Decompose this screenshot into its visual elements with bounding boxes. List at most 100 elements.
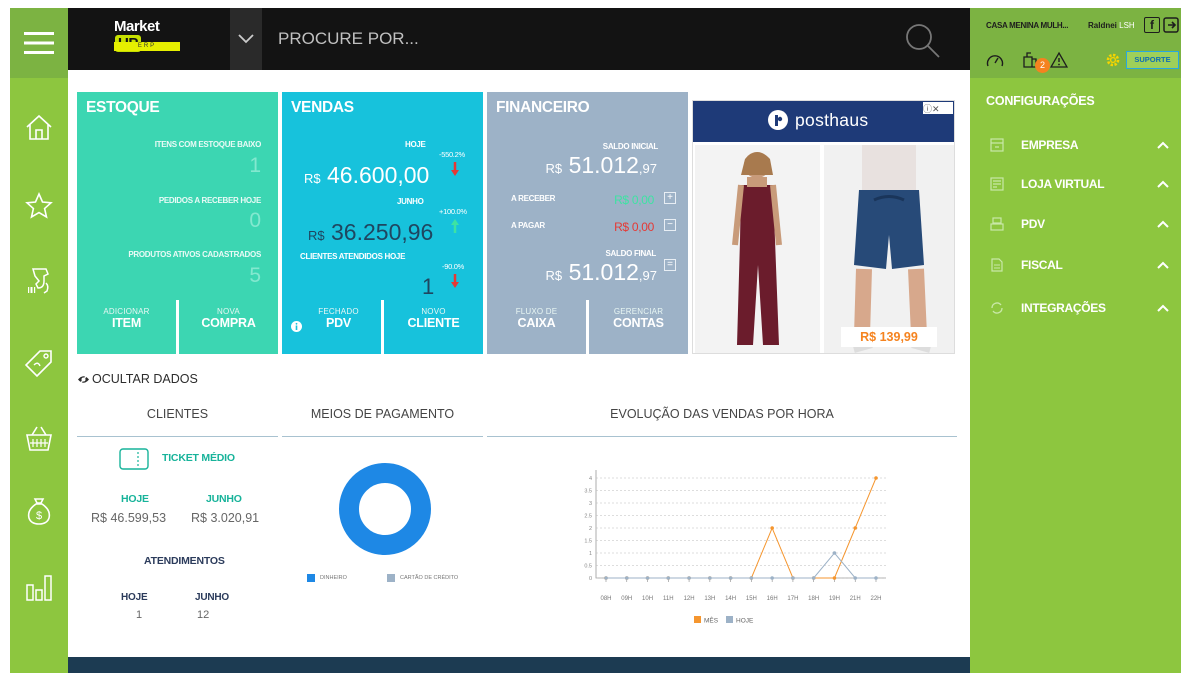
orders-label: PEDIDOS A RECEBER HOJE: [158, 196, 261, 205]
new-purchase-small-label: NOVA: [217, 307, 240, 316]
x-tick-label: 22H: [870, 596, 881, 602]
alert-icon[interactable]: [1049, 51, 1069, 69]
advertisement[interactable]: posthaus ⓘ✕ R$ 139,99: [692, 100, 955, 354]
financeiro-tile: FINANCEIRO SALDO INICIAL R$ 51.012,97 A …: [487, 92, 688, 300]
add-item-label: ITEM: [111, 316, 142, 330]
add-payable-button[interactable]: −: [664, 219, 676, 231]
legend-dinheiro: DINHEIRO: [307, 574, 347, 582]
legend-label: MÊS: [704, 616, 719, 625]
x-tick-label: 10H: [642, 596, 653, 602]
chevron-up-icon: [1157, 220, 1169, 228]
receivable-label: A RECEBER: [511, 194, 556, 203]
add-receivable-button[interactable]: +: [664, 192, 676, 204]
series-point-1: [749, 576, 754, 580]
eye-slash-icon: [78, 373, 89, 385]
series-point-1: [832, 551, 837, 555]
y-tick-label: 3.5: [584, 489, 592, 495]
y-tick-label: 3: [589, 501, 592, 507]
y-tick-label: 0: [589, 576, 592, 582]
ad-product-image-dress: [695, 145, 820, 353]
logo[interactable]: MarketUP ERP: [114, 18, 186, 60]
top-bar: MarketUP ERP: [68, 8, 970, 70]
manage-accounts-small-label: GERENCIAR: [613, 307, 664, 316]
logout-icon[interactable]: [1163, 17, 1179, 33]
x-tick-label: 13H: [704, 596, 715, 602]
add-item-button[interactable]: ADICIONAR ITEM: [77, 300, 176, 354]
series-point-1: [874, 576, 878, 580]
series-point-1: [791, 576, 795, 580]
sidebar-item-finance[interactable]: $: [24, 496, 54, 526]
x-tick-label: 14H: [725, 596, 736, 602]
ad-price: R$ 139,99: [841, 327, 937, 347]
chevron-up-icon: [1157, 180, 1169, 188]
search-button[interactable]: [902, 20, 942, 60]
ticket-icon: [119, 448, 149, 470]
ad-brand: posthaus: [795, 109, 869, 130]
gear-icon[interactable]: [1104, 51, 1122, 69]
x-tick-label: 18H: [808, 596, 819, 602]
sales-per-hour-chart: 0 0.5 1 1.5 2 2.5 3 3.5 4 08H 09H 10H 11H 12H 13H 14H 15…: [584, 470, 886, 625]
y-tick-label: 4: [589, 476, 592, 482]
ad-close-button[interactable]: ⓘ✕: [923, 102, 953, 114]
legend-label: CARTÃO DE CRÉDITO: [400, 575, 459, 581]
config-item-label: EMPRESA: [1021, 138, 1079, 152]
x-tick-label: 11H: [663, 596, 674, 602]
basket-icon: [26, 426, 52, 451]
balance-button[interactable]: =: [664, 259, 676, 271]
legend-label: HOJE: [736, 618, 754, 625]
chevron-up-icon: [1157, 304, 1169, 312]
legend-swatch: [307, 574, 315, 582]
ticket-month-value: R$ 3.020,91: [191, 511, 260, 525]
sidebar-item-products[interactable]: [24, 266, 54, 296]
user-name[interactable]: Raldnei LSH: [1088, 21, 1135, 30]
app-root: $ MarketUP ERP CASA MENINA MULH... Raldn…: [0, 0, 1181, 673]
manage-accounts-button[interactable]: GERENCIAR CONTAS: [589, 300, 688, 354]
new-client-button[interactable]: NOVO CLIENTE: [384, 300, 483, 354]
payable-value: R$ 0,00: [614, 220, 654, 234]
store-name[interactable]: CASA MENINA MULH...: [986, 21, 1068, 30]
config-item-label: PDV: [1021, 217, 1045, 231]
notification-badge: 2: [1035, 58, 1050, 73]
document-icon: [991, 258, 1003, 272]
config-item-fiscal[interactable]: FISCAL: [970, 253, 1181, 279]
config-item-pdv[interactable]: PDV: [970, 212, 1181, 238]
x-tick-label: 15H: [746, 596, 757, 602]
sidebar-item-reports[interactable]: [24, 572, 54, 602]
config-item-empresa[interactable]: EMPRESA: [970, 133, 1181, 159]
estoque-tile: ESTOQUE ITENS COM ESTOQUE BAIXO 1 PEDIDO…: [77, 92, 278, 300]
search-scope-dropdown[interactable]: [230, 8, 262, 70]
month-sales-value: R$ 36.250,96: [308, 219, 434, 245]
support-button[interactable]: SUPORTE: [1126, 51, 1179, 69]
sync-icon: [991, 302, 1003, 314]
star-icon: [25, 192, 53, 219]
payable-label: A PAGAR: [511, 221, 545, 230]
initial-balance-label: SALDO INICIAL: [602, 142, 659, 151]
account-bar: CASA MENINA MULH... Raldnei LSH f 2 SUPO…: [970, 8, 1181, 78]
sidebar-item-prices[interactable]: [24, 348, 54, 378]
hide-data-toggle[interactable]: OCULTAR DADOS: [77, 372, 198, 386]
config-item-label: LOJA VIRTUAL: [1021, 177, 1105, 191]
cash-flow-button[interactable]: FLUXO DE CAIXA: [487, 300, 586, 354]
clients-today-value: 1: [422, 274, 435, 299]
hamburger-menu-button[interactable]: [10, 8, 68, 78]
pdv-button[interactable]: FECHADO PDV: [282, 300, 381, 354]
vendas-title: VENDAS: [291, 99, 354, 116]
sidebar-item-purchases[interactable]: [24, 423, 54, 453]
config-item-loja-virtual[interactable]: LOJA VIRTUAL: [970, 172, 1181, 198]
series-point-1: [666, 576, 671, 580]
config-item-integracoes[interactable]: INTEGRAÇÕES: [970, 296, 1181, 322]
series-point-1: [624, 576, 629, 580]
search-input[interactable]: [278, 22, 878, 56]
arrow-up-icon: [451, 219, 459, 233]
facebook-icon[interactable]: f: [1144, 17, 1160, 33]
low-stock-label: ITENS COM ESTOQUE BAIXO: [154, 140, 262, 149]
new-purchase-button[interactable]: NOVA COMPRA: [179, 300, 278, 354]
menu-icon: [24, 32, 54, 54]
pdv-status-label: FECHADO: [318, 307, 359, 316]
series-point-1: [770, 576, 774, 580]
sidebar-item-favorites[interactable]: [24, 191, 54, 221]
chevron-down-icon: [238, 34, 254, 44]
sidebar-item-home[interactable]: [24, 112, 54, 142]
speedometer-icon[interactable]: [986, 52, 1004, 70]
orders-value: 0: [249, 209, 261, 232]
